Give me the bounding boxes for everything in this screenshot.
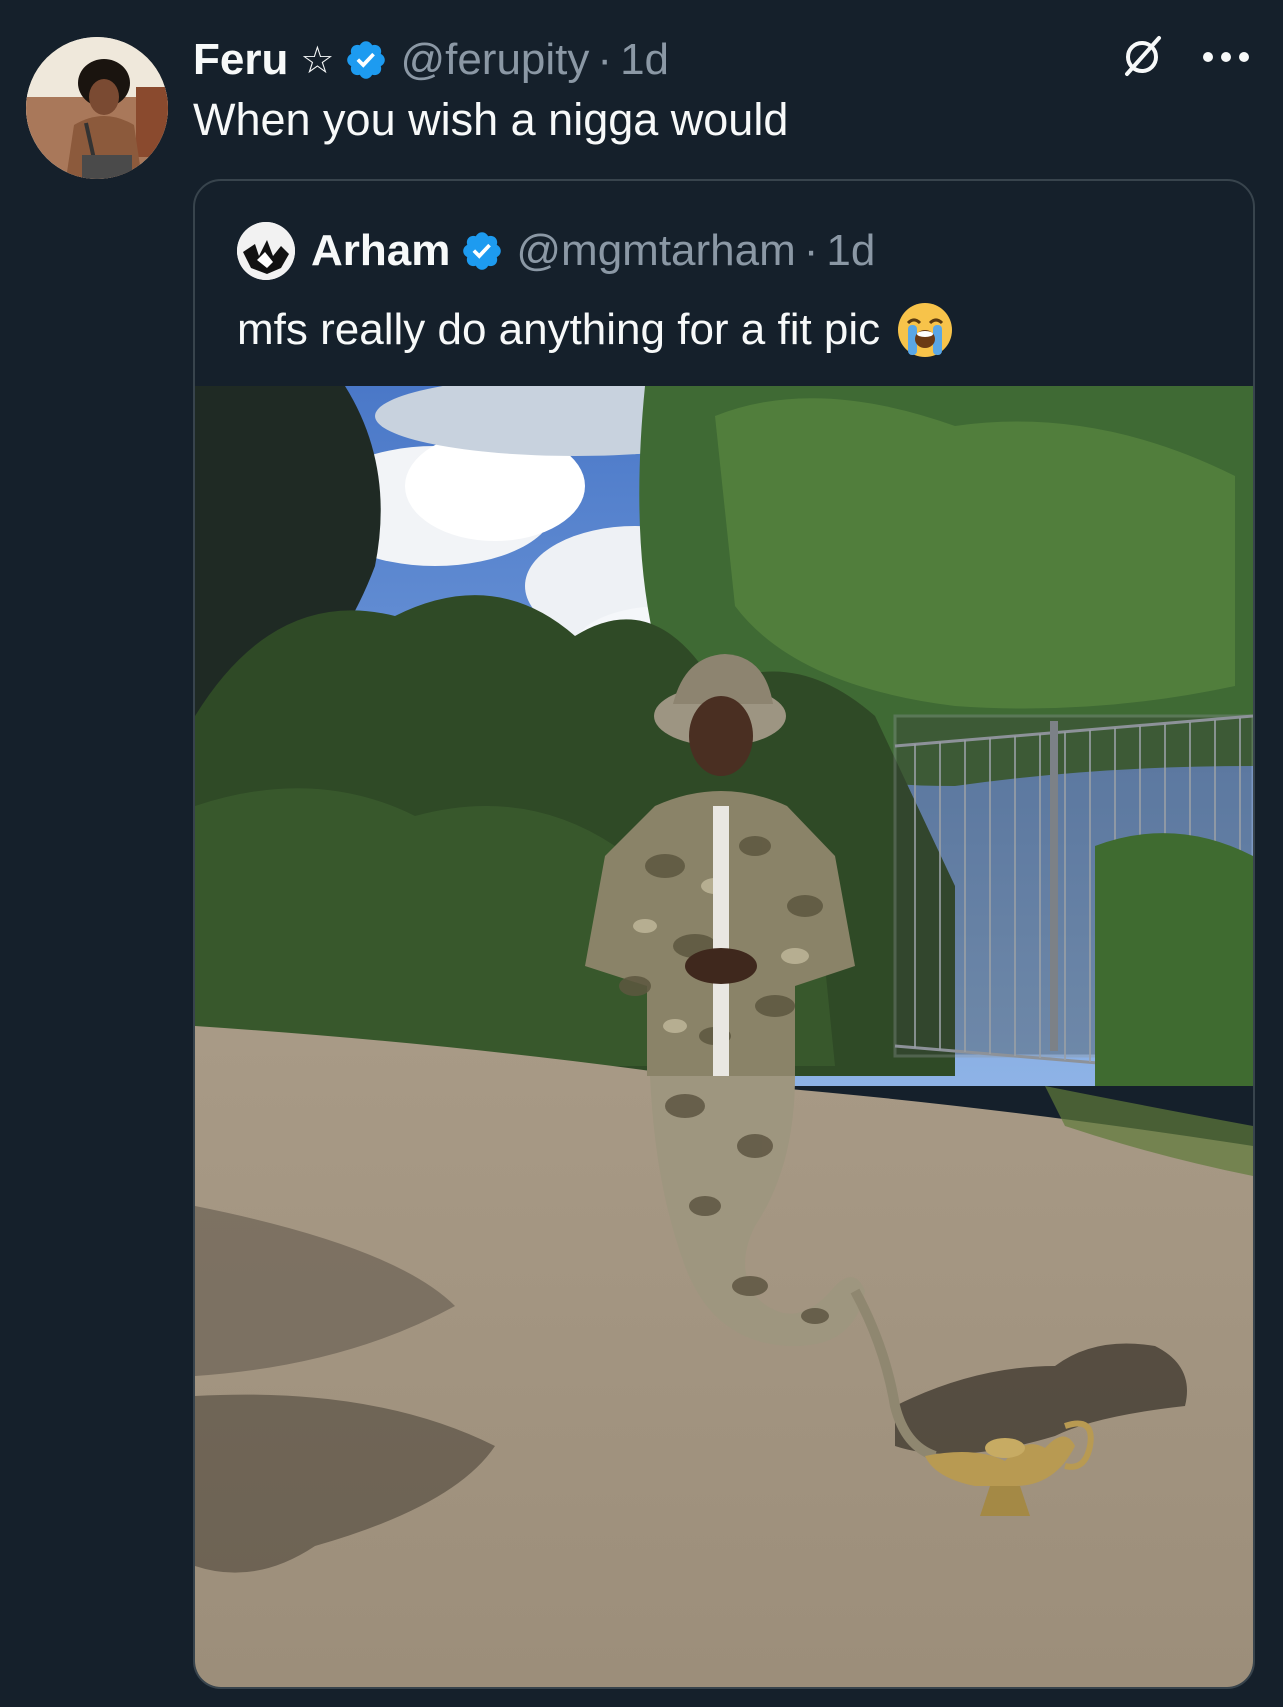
separator: · <box>803 226 819 275</box>
quoted-tweet[interactable]: Arham @mgmtarham · 1d mfs really do anyt… <box>193 179 1255 1689</box>
quoted-display-name[interactable]: Arham <box>311 226 450 276</box>
display-name[interactable]: Feru <box>193 35 288 85</box>
verified-badge-icon <box>347 41 386 79</box>
tweet-text: When you wish a nigga would <box>193 94 789 145</box>
avatar[interactable] <box>26 37 168 179</box>
handle[interactable]: @ferupity <box>400 35 589 85</box>
quoted-tweet-text: mfs really do anything for a fit pic <box>237 305 881 354</box>
media-photo <box>195 386 1253 1687</box>
tweet[interactable]: Feru ☆ @ferupity · 1d When you wish a ni… <box>0 0 1283 1707</box>
separator: · <box>597 35 613 84</box>
tweet-header: Feru ☆ @ferupity · 1d <box>193 32 669 88</box>
grok-icon[interactable] <box>1119 34 1165 80</box>
more-options-icon[interactable] <box>1201 50 1251 64</box>
quoted-avatar[interactable] <box>237 222 295 280</box>
quoted-tweet-text-row: mfs really do anything for a fit pic <box>237 301 954 359</box>
quoted-avatar-image <box>237 222 295 280</box>
verified-badge-icon <box>463 232 502 270</box>
tweet-actions-top <box>1119 34 1251 80</box>
avatar-image <box>26 37 168 179</box>
quoted-tweet-media[interactable] <box>195 386 1253 1687</box>
quoted-handle[interactable]: @mgmtarham <box>516 226 795 276</box>
quoted-tweet-header: Arham @mgmtarham · 1d <box>237 221 875 281</box>
loudly-crying-face-icon <box>898 303 953 357</box>
timestamp[interactable]: 1d <box>620 35 669 85</box>
quoted-timestamp[interactable]: 1d <box>826 226 875 276</box>
star-icon: ☆ <box>300 39 335 82</box>
